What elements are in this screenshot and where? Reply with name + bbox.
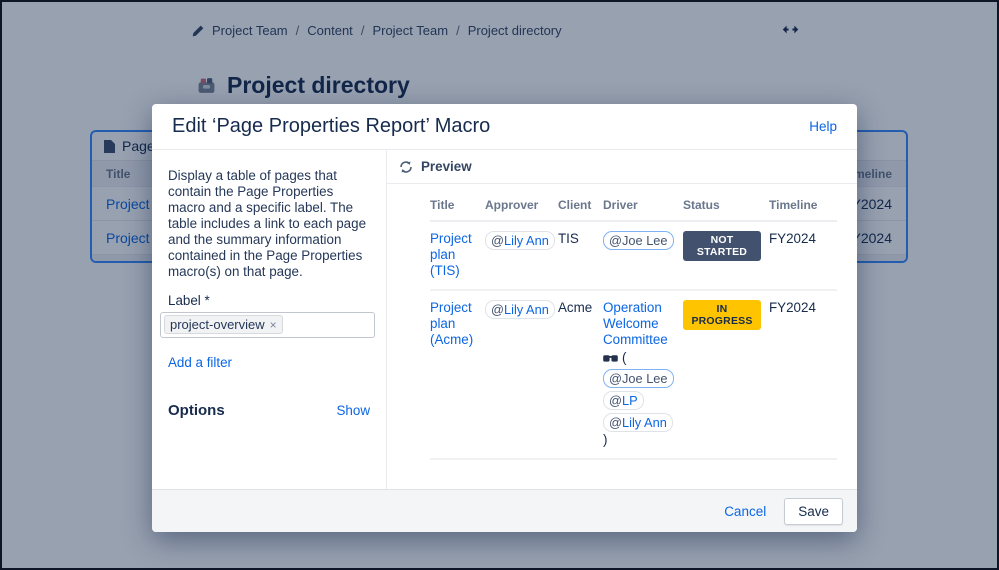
options-heading: Options xyxy=(168,402,225,419)
status-badge: NOT STARTED xyxy=(683,231,761,261)
close-icon[interactable]: × xyxy=(270,319,277,331)
dialog-footer: Cancel Save xyxy=(152,489,857,532)
label-input[interactable]: project-overview × xyxy=(160,312,375,338)
timeline-value: FY2024 xyxy=(769,291,837,458)
mention-pill[interactable]: @Lily Ann xyxy=(603,413,673,432)
mention-pill[interactable]: @Lily Ann xyxy=(485,231,555,250)
team-link[interactable]: Operation Welcome Committee xyxy=(603,300,668,347)
table-row: Project plan (Acme) @Lily Ann Acme Opera… xyxy=(430,291,837,460)
driver-cell: Operation Welcome Committee ( xyxy=(603,291,683,458)
status-badge: IN PROGRESS xyxy=(683,300,761,330)
mention-pill[interactable]: @Lily Ann xyxy=(485,300,555,319)
page-link[interactable]: Project plan (Acme) xyxy=(430,300,473,347)
macro-settings-panel: Display a table of pages that contain th… xyxy=(152,150,387,489)
timeline-value: FY2024 xyxy=(769,222,837,289)
col-status: Status xyxy=(683,196,769,220)
preview-table-header: Title Approver Client Driver Status Time… xyxy=(430,196,837,222)
preview-header: Preview xyxy=(387,150,857,184)
label-field-label: Label * xyxy=(168,293,372,308)
preview-panel: Preview Title Approver Client Driver Sta… xyxy=(387,150,857,489)
col-approver: Approver xyxy=(485,196,558,220)
screenshot-frame: Project Team / Content / Project Team / … xyxy=(0,0,999,570)
page-link[interactable]: Project plan (TIS) xyxy=(430,231,472,278)
label-tag[interactable]: project-overview × xyxy=(164,315,283,334)
macro-description: Display a table of pages that contain th… xyxy=(168,168,372,280)
close-paren: ) xyxy=(603,432,607,447)
cancel-button[interactable]: Cancel xyxy=(724,504,766,519)
mention-pill[interactable]: @Joe Lee xyxy=(603,231,674,250)
preview-table: Title Approver Client Driver Status Time… xyxy=(387,184,857,460)
dialog-header: Edit ‘Page Properties Report’ Macro Help xyxy=(152,104,857,150)
help-link[interactable]: Help xyxy=(809,119,837,134)
mention-pill[interactable]: @LP xyxy=(603,391,644,410)
label-tag-text: project-overview xyxy=(170,317,265,332)
table-row: Project plan (TIS) @Lily Ann TIS @Joe Le… xyxy=(430,222,837,291)
preview-title: Preview xyxy=(421,159,472,174)
dialog-title: Edit ‘Page Properties Report’ Macro xyxy=(172,115,490,138)
add-filter-link[interactable]: Add a filter xyxy=(168,355,232,370)
show-options-link[interactable]: Show xyxy=(337,403,371,418)
col-timeline: Timeline xyxy=(769,196,837,220)
client-value: TIS xyxy=(558,222,603,289)
edit-macro-dialog: Edit ‘Page Properties Report’ Macro Help… xyxy=(152,104,857,532)
save-button[interactable]: Save xyxy=(784,498,843,525)
col-driver: Driver xyxy=(603,196,683,220)
mention-pill[interactable]: @Joe Lee xyxy=(603,369,674,388)
refresh-icon[interactable] xyxy=(399,160,413,174)
sunglasses-icon xyxy=(603,355,618,362)
open-paren: ( xyxy=(622,350,626,366)
col-client: Client xyxy=(558,196,603,220)
col-title: Title xyxy=(430,196,485,220)
client-value: Acme xyxy=(558,291,603,458)
